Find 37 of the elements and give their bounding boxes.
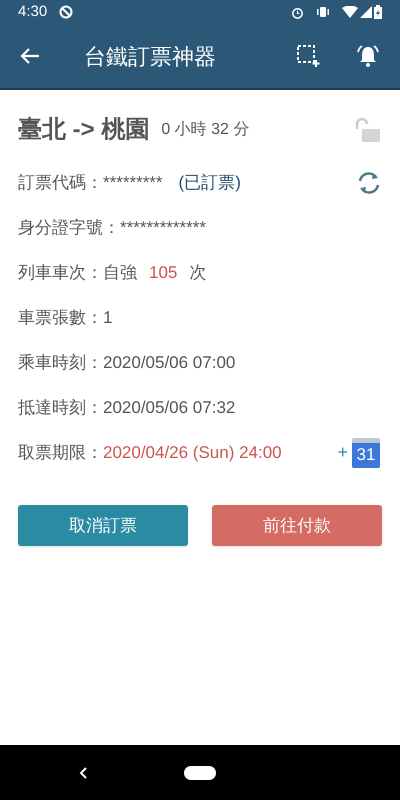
field-value: 1	[103, 306, 112, 329]
status-time: 4:30	[18, 2, 48, 22]
app-title: 台鐵訂票神器	[84, 42, 216, 70]
field-value: 2020/05/06 07:32	[103, 396, 236, 419]
booking-status: (已訂票)	[178, 172, 241, 194]
field-label: 身分證字號：	[18, 216, 120, 239]
plus-sign: +	[337, 441, 348, 464]
bell-icon[interactable]	[356, 44, 380, 68]
route-title: 臺北 -> 桃園	[18, 115, 150, 145]
wifi-icon	[342, 6, 358, 18]
field-label: 列車車次：	[18, 262, 103, 284]
vibrate-icon	[316, 6, 330, 18]
back-arrow-icon[interactable]	[20, 47, 40, 65]
train-number: 105	[149, 262, 178, 284]
trip-duration: 0 小時 32 分	[161, 120, 250, 140]
field-label: 車票張數：	[18, 306, 103, 329]
battery-icon	[374, 5, 382, 19]
train-suffix: 次	[189, 262, 206, 284]
field-label: 訂票代碼：	[18, 172, 103, 194]
field-label: 取票期限：	[18, 442, 103, 464]
pay-button[interactable]: 前往付款	[212, 505, 382, 546]
dashed-select-icon[interactable]	[296, 44, 320, 68]
signal-icon	[360, 6, 372, 18]
field-value: *********	[103, 172, 163, 194]
nav-back-icon[interactable]	[78, 766, 88, 780]
train-type: 自強	[103, 262, 137, 284]
calendar-icon[interactable]: 31	[352, 438, 380, 468]
alarm-icon	[291, 6, 304, 18]
field-value: 2020/05/06 07:00	[103, 352, 236, 374]
field-label: 抵達時刻：	[18, 396, 103, 419]
field-value: *************	[120, 216, 206, 239]
refresh-icon[interactable]	[356, 170, 382, 196]
cancel-button[interactable]: 取消訂票	[18, 505, 188, 546]
home-pill[interactable]	[184, 766, 216, 780]
sync-off-icon	[59, 5, 74, 19]
field-value: 2020/04/26 (Sun) 24:00	[103, 442, 282, 464]
field-label: 乘車時刻：	[18, 352, 103, 374]
